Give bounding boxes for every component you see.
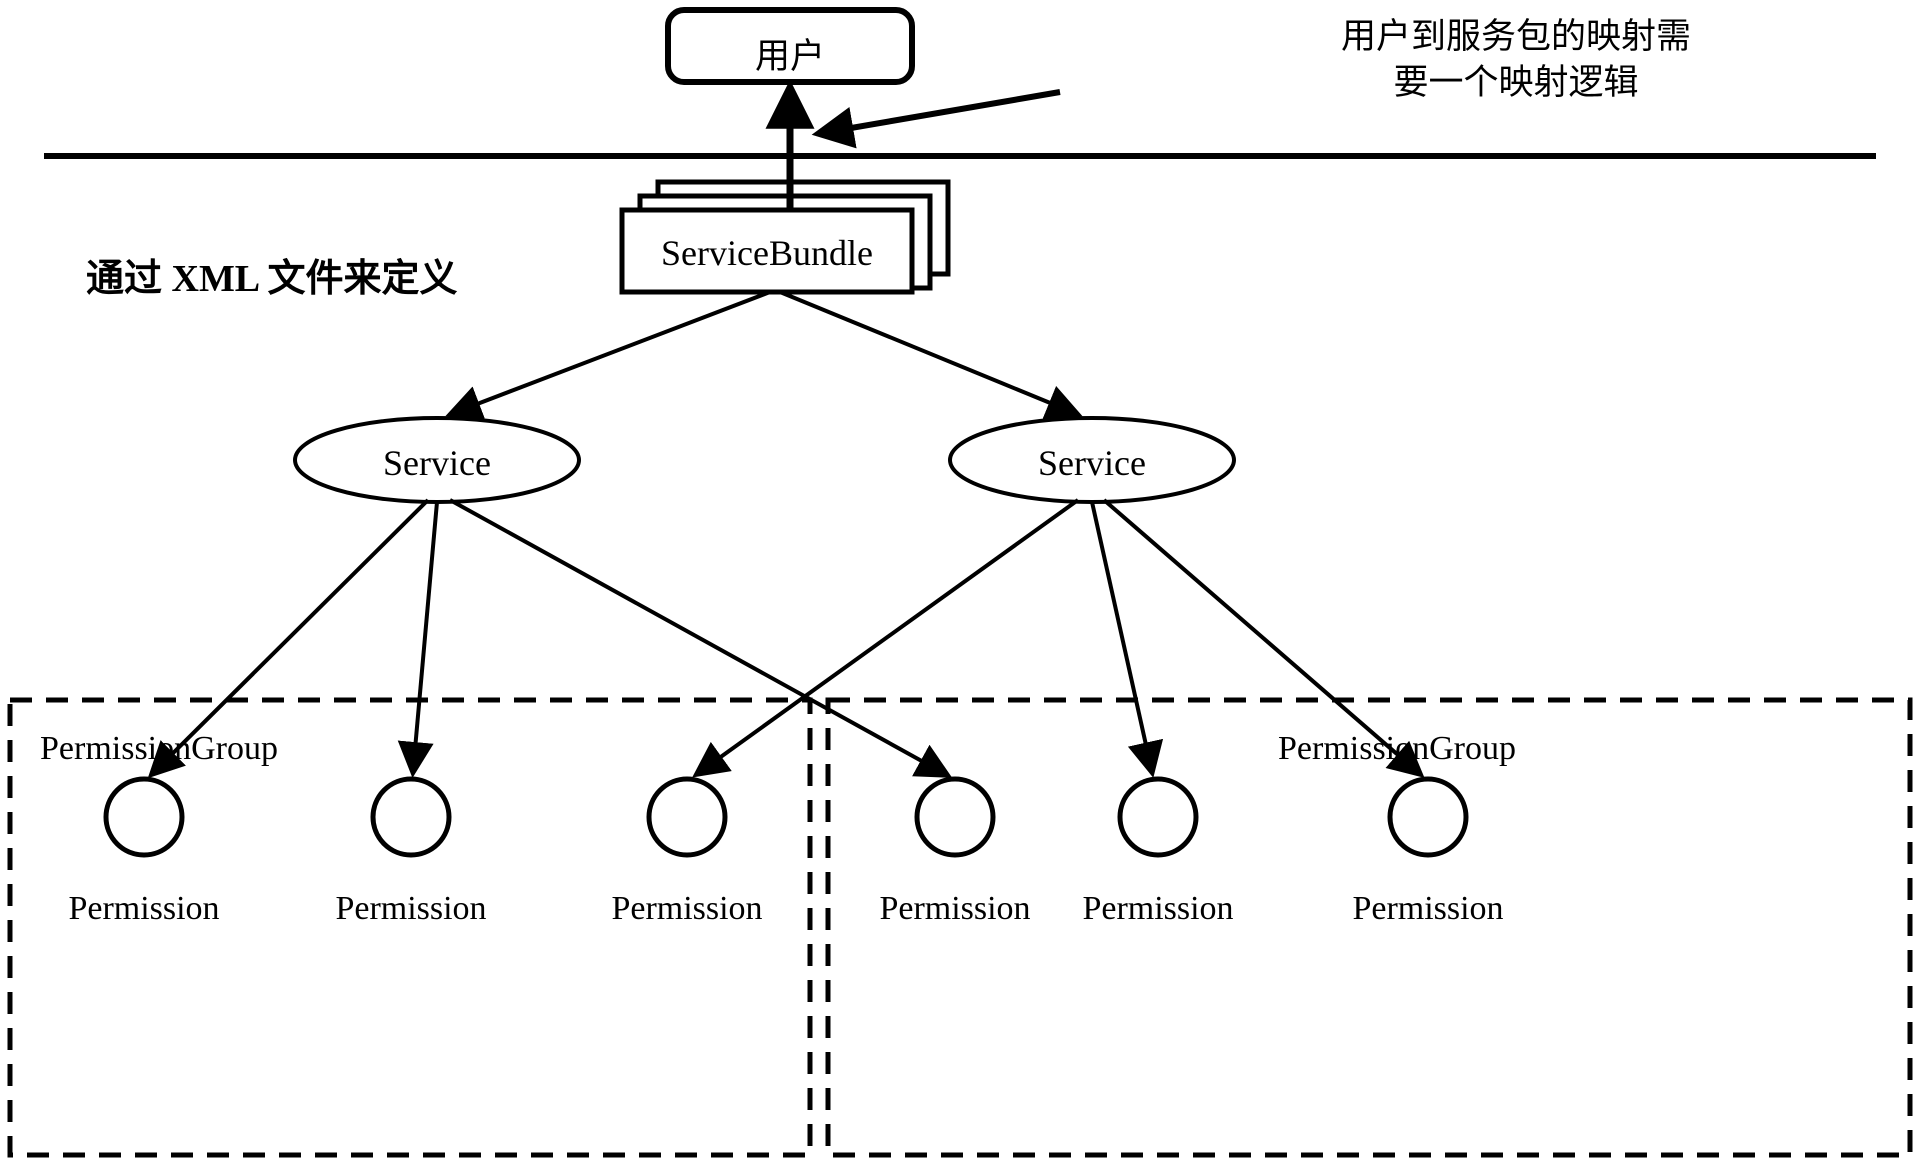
arrow-service-left-to-permission-r1 [449, 498, 953, 778]
arrow-service-left-to-permission-l2 [397, 501, 439, 778]
arrow-bundle-to-service-right [779, 290, 1083, 420]
arrow-service-right-to-permission-r2 [1090, 501, 1164, 778]
permission-circle-l3 [646, 776, 728, 858]
diagram-vector-layer [7, 7, 1913, 1158]
permission-group-label-left: PermissionGroup [40, 730, 278, 767]
permission-circle-l2 [370, 776, 452, 858]
permission-label-l3: Permission [611, 890, 763, 927]
xml-definition-note: 通过 XML 文件来定义 [86, 258, 458, 300]
permission-circle-l1 [103, 776, 185, 858]
arrow-note-to-user-mapping [811, 89, 1061, 149]
permission-label-l1: Permission [68, 890, 220, 927]
permission-label-r3: Permission [1352, 890, 1504, 927]
permission-circle-r3 [1387, 776, 1469, 858]
arrow-bundle-to-service-left [445, 290, 771, 421]
arrow-service-right-to-permission-l3 [692, 498, 1080, 778]
service-bundle-label: ServiceBundle [661, 233, 873, 273]
permission-group-label-right: PermissionGroup [1278, 730, 1516, 767]
user-box-label: 用户 [754, 37, 825, 76]
permission-circle-r2 [1117, 776, 1199, 858]
service-label-right: Service [1038, 443, 1146, 483]
service-label-left: Service [383, 443, 491, 483]
permission-circle-r1 [914, 776, 996, 858]
diagram-canvas: 用户 用户到服务包的映射需 要一个映射逻辑 通过 XML 文件来定义 Servi… [0, 0, 1919, 1165]
permission-label-l2: Permission [335, 890, 487, 927]
permission-label-r2: Permission [1082, 890, 1234, 927]
user-mapping-note: 用户到服务包的映射需 要一个映射逻辑 [1340, 17, 1691, 102]
